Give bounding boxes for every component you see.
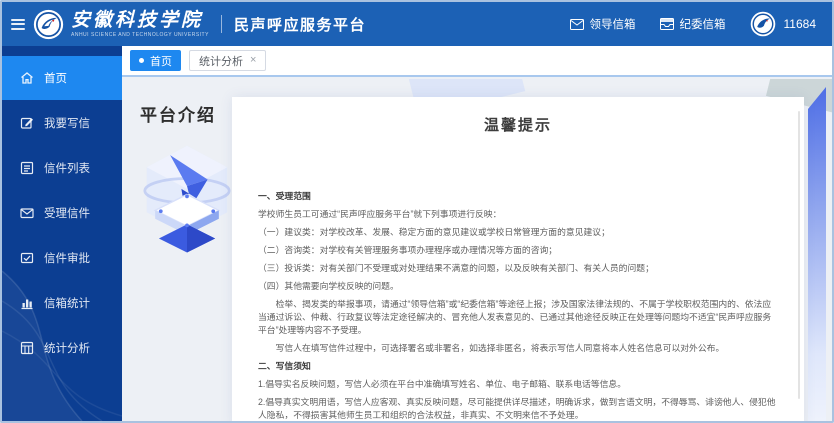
active-tab-dot: [139, 58, 144, 63]
inbox-icon: [660, 18, 674, 30]
leader-mailbox-link[interactable]: 领导信箱: [570, 16, 636, 32]
sidebar-item-label: 我要写信: [44, 115, 90, 131]
platform-title: 民声呼应服务平台: [234, 14, 366, 35]
notice-section-heading: 二、写信须知: [258, 360, 778, 373]
notice-body: 一、受理范围 学校师生员工可通过“民声呼应服务平台”就下列事项进行反映： （一）…: [232, 190, 804, 421]
user-id: 11684: [784, 17, 816, 31]
close-tab-icon[interactable]: ×: [250, 55, 256, 66]
notice-paragraph: 学校师生员工可通过“民声呼应服务平台”就下列事项进行反映：: [258, 208, 778, 221]
discipline-mailbox-label: 纪委信箱: [680, 16, 726, 32]
sidebar-item-letter-approval[interactable]: 信件审批: [2, 236, 122, 280]
notice-paragraph: 2.倡导真实文明用语，写信人应客观、真实反映问题，尽可能提供详尽描述，明确诉求，…: [258, 396, 778, 421]
tab-stats-analysis[interactable]: 统计分析 ×: [189, 50, 266, 71]
tab-bar: 首页 统计分析 ×: [122, 46, 832, 77]
scrollbar[interactable]: [798, 111, 800, 399]
tab-label: 首页: [150, 53, 172, 69]
sidebar: 首页 我要写信 信件列表 受理信件 信件审批: [2, 46, 122, 421]
header-divider: [221, 15, 222, 33]
notice-paragraph: 1.倡导实名反映问题，写信人必须在平台中准确填写姓名、单位、电子邮箱、联系电话等…: [258, 378, 778, 391]
notice-paragraph: （三）投诉类：对有关部门不受理或对处理结果不满意的问题，以及反映有关部门、有关人…: [258, 262, 778, 275]
platform-intro-title: 平台介绍: [140, 101, 236, 126]
user-avatar: [750, 11, 776, 37]
sidebar-item-label: 统计分析: [44, 340, 90, 356]
letter-list-icon: [20, 161, 34, 175]
write-letter-icon: [20, 116, 34, 130]
sidebar-item-label: 信件列表: [44, 160, 90, 176]
letter-approval-icon: [20, 251, 34, 265]
notice-paragraph: 检举、揭发类的举报事项，请通过“领导信箱”或“纪委信箱”等途径上报；涉及国家法律…: [258, 298, 778, 337]
notice-paragraph: （一）建议类：对学校改革、发展、稳定方面的意见建议或学校日常管理方面的意见建议；: [258, 226, 778, 239]
stats-analysis-icon: [20, 341, 34, 355]
sidebar-item-home[interactable]: 首页: [2, 56, 122, 100]
user-info[interactable]: 11684: [750, 11, 816, 37]
sidebar-item-accept-letter[interactable]: 受理信件: [2, 191, 122, 235]
notice-card: 温馨提示 一、受理范围 学校师生员工可通过“民声呼应服务平台”就下列事项进行反映…: [232, 97, 804, 421]
sidebar-item-write-letter[interactable]: 我要写信: [2, 101, 122, 145]
header-actions: 领导信箱 纪委信箱 11684: [570, 11, 816, 37]
decorative-gradient-strip: [808, 87, 826, 421]
university-name-block: 安徽科技学院 ANHUI SCIENCE AND TECHNOLOGY UNIV…: [71, 11, 209, 38]
university-name: 安徽科技学院: [71, 11, 209, 30]
accept-letter-icon: [20, 206, 34, 220]
sidebar-item-label: 受理信件: [44, 205, 90, 221]
mailbox-stats-icon: [20, 296, 34, 310]
platform-intro-panel: 平台介绍: [140, 101, 236, 265]
university-name-en: ANHUI SCIENCE AND TECHNOLOGY UNIVERSITY: [71, 33, 209, 38]
sidebar-item-mailbox-stats[interactable]: 信箱统计: [2, 281, 122, 325]
notice-paragraph: 写信人在填写信件过程中，可选择署名或非署名，如选择非匿名，将表示写信人同意将本人…: [258, 342, 778, 355]
sidebar-item-label: 首页: [44, 70, 67, 86]
notice-paragraph: （二）咨询类：对学校有关管理服务事项办理程序或办理情况等方面的咨询；: [258, 244, 778, 257]
main-area: 首页 统计分析 × 平台介绍: [122, 46, 832, 421]
sidebar-item-label: 信箱统计: [44, 295, 90, 311]
app-window: 安徽科技学院 ANHUI SCIENCE AND TECHNOLOGY UNIV…: [0, 0, 834, 423]
menu-toggle-icon[interactable]: [11, 16, 25, 32]
discipline-mailbox-link[interactable]: 纪委信箱: [660, 16, 726, 32]
platform-intro-illustration: [140, 142, 234, 260]
content-area: 平台介绍: [122, 79, 832, 421]
sidebar-item-letter-list[interactable]: 信件列表: [2, 146, 122, 190]
university-logo: [33, 9, 64, 40]
notice-title: 温馨提示: [232, 114, 804, 135]
home-icon: [20, 71, 34, 85]
sidebar-item-stats-analysis[interactable]: 统计分析: [2, 326, 122, 370]
leader-mailbox-label: 领导信箱: [590, 16, 636, 32]
top-header: 安徽科技学院 ANHUI SCIENCE AND TECHNOLOGY UNIV…: [2, 2, 832, 46]
notice-paragraph: （四）其他需要向学校反映的问题。: [258, 280, 778, 293]
notice-section-heading: 一、受理范围: [258, 190, 778, 203]
sidebar-item-label: 信件审批: [44, 250, 90, 266]
envelope-icon: [570, 19, 584, 30]
tab-home[interactable]: 首页: [130, 50, 181, 71]
tab-label: 统计分析: [199, 53, 243, 69]
